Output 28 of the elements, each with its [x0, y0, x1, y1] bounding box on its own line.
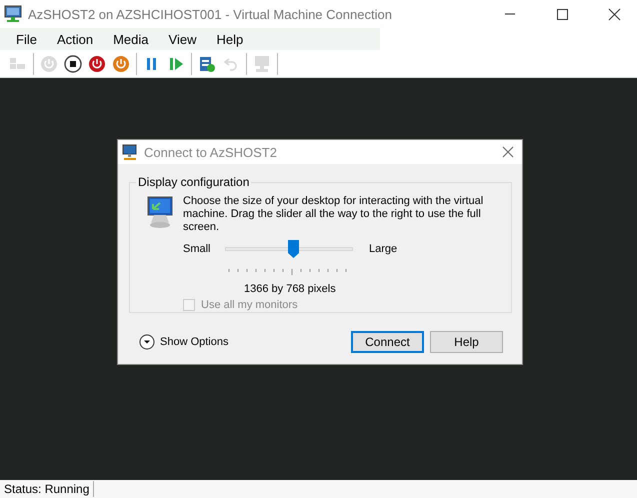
caret-icon	[139, 334, 155, 350]
power-icon[interactable]	[111, 54, 131, 74]
help-button[interactable]: Help	[430, 331, 503, 353]
stop-icon[interactable]	[63, 54, 83, 74]
dialog-title: Connect to AzSHOST2	[144, 144, 278, 160]
connect-button[interactable]: Connect	[351, 331, 424, 353]
monitor-icon	[146, 195, 174, 229]
maximize-icon	[556, 8, 568, 20]
menu-item[interactable]: Media	[103, 32, 159, 46]
checkbox-label: Use all my monitors	[201, 299, 298, 311]
window-title: AzSHOST2 on AZSHCIHOST001 - Virtual Machine Connection	[28, 6, 393, 22]
monitor-icon	[4, 5, 22, 23]
slider-min-label: Small	[183, 243, 212, 255]
slider-max-label: Large	[369, 243, 398, 255]
status-text: Status: Running	[0, 481, 94, 497]
group-title: Display configuration	[136, 175, 252, 189]
menu-item[interactable]: Help	[206, 32, 254, 46]
show-options-button[interactable]: Show Options	[139, 334, 345, 350]
menu-item[interactable]: View	[158, 32, 206, 46]
menu-item[interactable]: File	[6, 32, 47, 46]
monitor-icon	[122, 144, 138, 160]
resolution-text: 1366 by 768 pixels	[244, 283, 337, 295]
close-icon	[608, 8, 620, 20]
slider-thumb[interactable]	[288, 240, 299, 258]
description-text: Choose the size of your desktop for interacting with the virtual machine. Drag the slider all the way to the right to use the full screen.	[183, 195, 484, 234]
menu-item[interactable]: Action	[46, 32, 104, 46]
power-icon[interactable]	[87, 54, 107, 74]
close-button[interactable]	[500, 144, 516, 160]
